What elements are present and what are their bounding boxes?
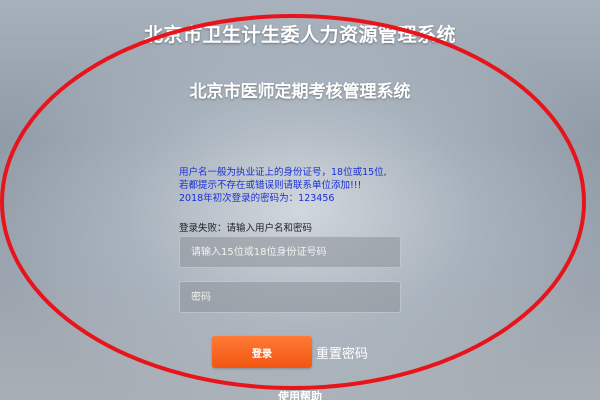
password-input[interactable] xyxy=(179,281,401,313)
notice-line-contact: 若都提示不存在或错误则请联系单位添加!!! xyxy=(179,180,362,191)
notice-line-username: 用户名一般为执业证上的身份证号，18位或15位, xyxy=(179,167,387,178)
login-button[interactable]: 登录 xyxy=(212,336,312,368)
system-title: 北京市卫生计生委人力资源管理系统 xyxy=(143,24,456,46)
login-error-message: 登录失败：请输入用户名和密码 xyxy=(179,223,313,234)
login-notice: 用户名一般为执业证上的身份证号，18位或15位, 若都提示不存在或错误则请联系单… xyxy=(179,166,439,205)
notice-line-password: 2018年初次登录的密码为：123456 xyxy=(179,193,335,204)
reset-password-link[interactable]: 重置密码 xyxy=(316,343,368,362)
login-page: 北京市卫生计生委人力资源管理系统 北京市医师定期考核管理系统 用户名一般为执业证… xyxy=(0,0,600,400)
username-input[interactable] xyxy=(179,236,401,268)
system-subtitle: 北京市医师定期考核管理系统 xyxy=(189,82,411,102)
help-link[interactable]: 使用帮助 xyxy=(0,388,600,400)
